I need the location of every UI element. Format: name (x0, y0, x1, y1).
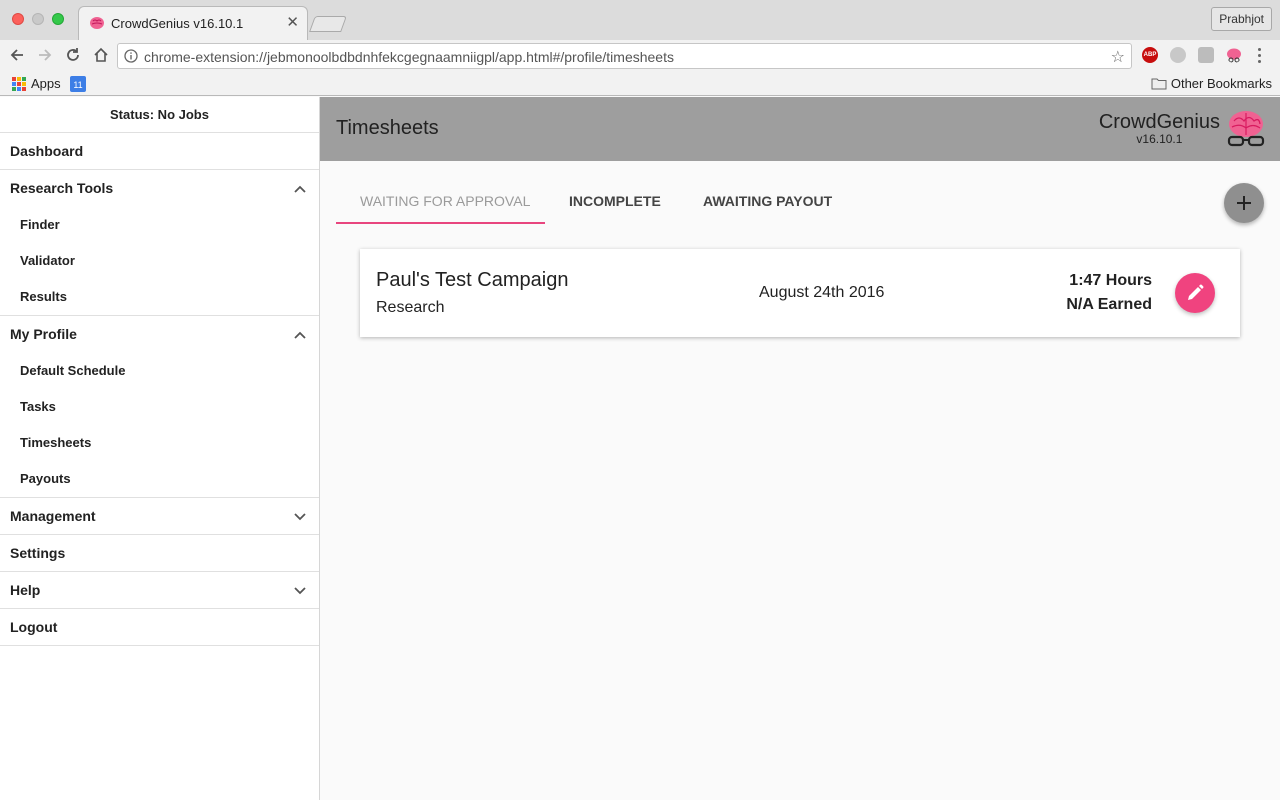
browser-tab-strip: CrowdGenius v16.10.1 ✕ Prabhjot (0, 0, 1280, 40)
plus-icon (1237, 196, 1251, 210)
sidebar-item-research-tools[interactable]: Research Tools (0, 170, 319, 207)
window-zoom-button[interactable] (52, 13, 64, 25)
management-label: Management (10, 508, 96, 524)
browser-toolbar: chrome-extension://jebmonoolbdbdnhfekcge… (0, 40, 1280, 72)
my-profile-submenu: Default Schedule Tasks Timesheets Payout… (0, 353, 319, 498)
chevron-down-icon[interactable] (293, 510, 307, 524)
status-text: Status: No Jobs (0, 97, 319, 133)
active-tab-indicator (336, 222, 545, 224)
abp-icon[interactable]: ABP (1142, 47, 1158, 63)
help-label: Help (10, 582, 41, 598)
apps-bookmark[interactable]: Apps (31, 76, 61, 91)
home-icon (94, 47, 108, 62)
home-button[interactable] (90, 44, 112, 66)
sidebar-item-tasks[interactable]: Tasks (0, 389, 319, 425)
k-extension-icon[interactable] (1198, 47, 1214, 63)
pencil-icon (1188, 284, 1204, 300)
campaign-name: Paul's Test Campaign (376, 269, 569, 291)
tab-awaiting-payout[interactable]: AWAITING PAYOUT (703, 181, 832, 225)
m-extension-icon[interactable] (1170, 47, 1186, 63)
other-bookmarks-label: Other Bookmarks (1170, 76, 1272, 91)
new-tab-button[interactable] (309, 16, 347, 32)
page-title: Timesheets (336, 117, 439, 139)
window-minimize-button[interactable] (32, 13, 44, 25)
chevron-up-icon[interactable] (293, 328, 307, 342)
add-timesheet-button[interactable] (1224, 183, 1264, 223)
campaign-type: Research (376, 299, 445, 316)
reload-icon (67, 48, 79, 61)
brand-version: v16.10.1 (1136, 132, 1183, 146)
window-close-button[interactable] (12, 13, 24, 25)
bookmarks-bar: Apps 11 Other Bookmarks (0, 72, 1280, 96)
tab-incomplete[interactable]: INCOMPLETE (569, 181, 661, 225)
forward-arrow-icon (39, 49, 52, 61)
sidebar-item-default-schedule[interactable]: Default Schedule (0, 353, 319, 389)
sidebar-item-my-profile[interactable]: My Profile (0, 316, 319, 353)
sidebar: Status: No Jobs Dashboard Research Tools… (0, 97, 320, 800)
sidebar-item-settings[interactable]: Settings (0, 535, 319, 572)
crowdgenius-brain-icon[interactable] (1226, 47, 1242, 63)
tab-waiting-for-approval[interactable]: WAITING FOR APPROVAL (360, 181, 530, 225)
sidebar-item-timesheets[interactable]: Timesheets (0, 425, 319, 461)
browser-menu-icon[interactable] (1258, 48, 1262, 66)
brand: CrowdGenius v16.10.1 (1099, 111, 1220, 146)
timesheet-hours: 1:47 Hours (1069, 272, 1152, 289)
back-arrow-icon (10, 49, 23, 61)
sidebar-item-help[interactable]: Help (0, 572, 319, 609)
address-bar[interactable]: chrome-extension://jebmonoolbdbdnhfekcge… (117, 43, 1132, 69)
research-tools-submenu: Finder Validator Results (0, 207, 319, 316)
folder-icon (1151, 78, 1167, 90)
chevron-down-icon[interactable] (293, 584, 307, 598)
research-tools-label: Research Tools (10, 180, 114, 196)
info-icon[interactable] (124, 49, 138, 63)
browser-tab[interactable]: CrowdGenius v16.10.1 ✕ (78, 6, 308, 40)
back-button[interactable] (6, 44, 28, 66)
app-header: Timesheets CrowdGenius v16.10.1 (320, 97, 1280, 161)
apps-grid-icon[interactable] (12, 77, 26, 91)
bookmark-star-icon[interactable]: ☆ (1111, 47, 1125, 67)
timesheet-earned: N/A Earned (1066, 296, 1152, 313)
crowdgenius-logo-icon (1227, 111, 1265, 147)
other-bookmarks[interactable]: Other Bookmarks (1151, 76, 1272, 91)
chevron-up-icon[interactable] (293, 182, 307, 196)
brain-favicon-icon (90, 17, 104, 29)
edit-timesheet-button[interactable] (1175, 273, 1215, 313)
sidebar-item-dashboard[interactable]: Dashboard (0, 133, 319, 170)
brand-name: CrowdGenius (1098, 111, 1220, 133)
sidebar-item-finder[interactable]: Finder (0, 207, 319, 243)
browser-tab-title: CrowdGenius v16.10.1 (111, 16, 244, 31)
forward-button[interactable] (34, 44, 56, 66)
timesheet-date: August 24th 2016 (759, 284, 885, 301)
sidebar-item-logout[interactable]: Logout (0, 609, 319, 646)
sidebar-item-results[interactable]: Results (0, 279, 319, 315)
reload-button[interactable] (62, 44, 84, 66)
timesheet-card[interactable]: Paul's Test Campaign Research August 24t… (360, 249, 1240, 337)
sidebar-item-management[interactable]: Management (0, 498, 319, 535)
calendar-bookmark-icon[interactable]: 11 (70, 76, 86, 92)
url-text: chrome-extension://jebmonoolbdbdnhfekcge… (144, 49, 674, 65)
sidebar-item-validator[interactable]: Validator (0, 243, 319, 279)
my-profile-label: My Profile (10, 326, 77, 342)
sidebar-item-payouts[interactable]: Payouts (0, 461, 319, 497)
tab-close-icon[interactable]: ✕ (286, 13, 299, 31)
profile-button[interactable]: Prabhjot (1211, 7, 1272, 31)
